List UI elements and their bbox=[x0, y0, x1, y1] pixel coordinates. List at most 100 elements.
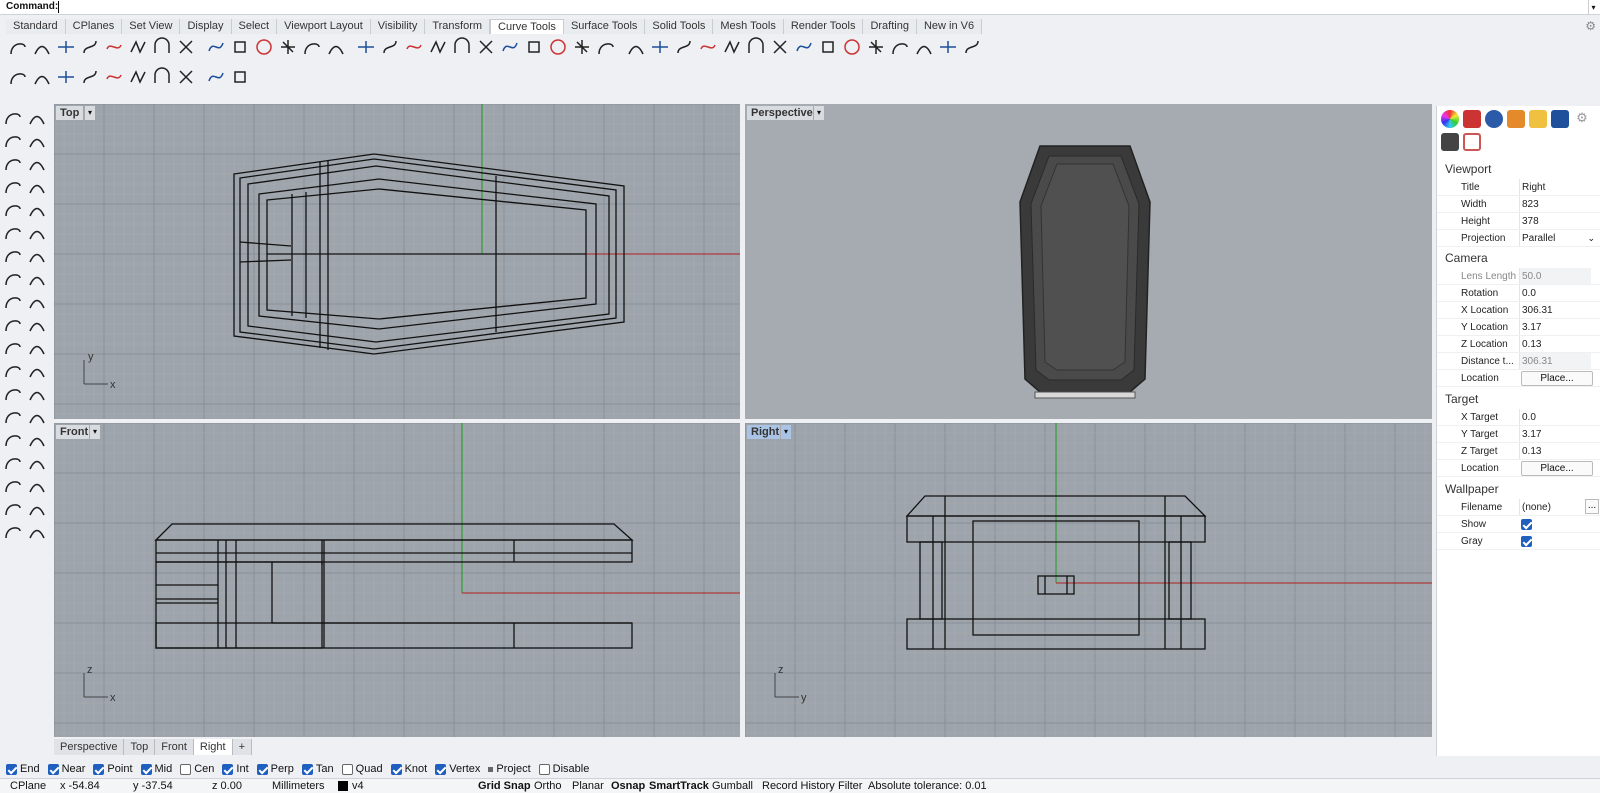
curve-tool-icon-8[interactable] bbox=[174, 35, 197, 58]
left-r12-tool-icon-1[interactable] bbox=[2, 359, 24, 381]
viewport-front-title[interactable]: Front bbox=[56, 425, 93, 439]
osnap-tan-checkbox[interactable] bbox=[301, 763, 313, 775]
left-r10-tool-icon-2[interactable] bbox=[26, 313, 48, 335]
tab-render-tools[interactable]: Render Tools bbox=[783, 19, 864, 34]
curve-tool-icon-3[interactable] bbox=[54, 35, 77, 58]
left-r12-tool-icon-2[interactable] bbox=[26, 359, 48, 381]
viewport-tab-top[interactable]: Top bbox=[124, 739, 156, 755]
chevron-down-icon[interactable]: ▾ bbox=[813, 106, 824, 120]
command-bar[interactable]: Command: ▾ bbox=[0, 0, 1600, 15]
add-viewport-icon[interactable]: + bbox=[232, 739, 253, 755]
x-target-field[interactable]: 0.0 bbox=[1519, 409, 1591, 425]
tab-standard[interactable]: Standard bbox=[6, 19, 66, 34]
osnap-cen-checkbox[interactable] bbox=[180, 763, 192, 775]
curve-tool-icon-1[interactable] bbox=[6, 35, 29, 58]
curve-tool-icon-30[interactable] bbox=[720, 35, 743, 58]
tab-curve-tools[interactable]: Curve Tools bbox=[490, 19, 564, 34]
left-r2-tool-icon-1[interactable] bbox=[2, 129, 24, 151]
osnap-disable[interactable]: Disable bbox=[538, 762, 589, 776]
left-r17-tool-icon-1[interactable] bbox=[2, 474, 24, 496]
osnap-vertex[interactable]: Vertex bbox=[435, 762, 480, 776]
osnap-end[interactable]: End bbox=[6, 762, 40, 776]
curve-tool-icon-36[interactable] bbox=[864, 35, 887, 58]
material-icon[interactable] bbox=[1463, 110, 1481, 128]
tab-new-in-v6[interactable]: New in V6 bbox=[916, 19, 983, 34]
cplane-label[interactable]: CPlane bbox=[10, 779, 46, 793]
curve-tool-icon-32[interactable] bbox=[768, 35, 791, 58]
viewport-tab-right[interactable]: Right bbox=[193, 739, 233, 755]
osnap-quad-checkbox[interactable] bbox=[341, 763, 353, 775]
grid-snap-toggle[interactable]: Grid Snap bbox=[478, 779, 531, 793]
folder-icon[interactable] bbox=[1529, 110, 1547, 128]
osnap-perp[interactable]: Perp bbox=[256, 762, 294, 776]
curve-tool-icon-20[interactable] bbox=[474, 35, 497, 58]
width-field[interactable]: 823 bbox=[1519, 196, 1591, 212]
osnap-point[interactable]: Point bbox=[93, 762, 133, 776]
chevron-down-icon[interactable]: ▾ bbox=[84, 106, 95, 120]
record-history-toggle[interactable]: Record History bbox=[762, 779, 835, 793]
left-r2-tool-icon-2[interactable] bbox=[26, 129, 48, 151]
z-location-field[interactable]: 0.13 bbox=[1519, 336, 1591, 352]
viewport-props-icon[interactable] bbox=[1463, 133, 1481, 151]
curve-tool-icon-12[interactable] bbox=[276, 35, 299, 58]
tab-drafting[interactable]: Drafting bbox=[863, 19, 917, 34]
osnap-vertex-checkbox[interactable] bbox=[435, 763, 447, 775]
osnap-quad[interactable]: Quad bbox=[341, 762, 383, 776]
filter-toggle[interactable]: Filter bbox=[838, 779, 862, 793]
viewport-tab-perspective[interactable]: Perspective bbox=[54, 739, 125, 755]
gray-checkbox[interactable] bbox=[1521, 536, 1532, 547]
display-icon[interactable] bbox=[1551, 110, 1569, 128]
curve-tool-icon-22[interactable] bbox=[522, 35, 545, 58]
left-r19-tool-icon-1[interactable] bbox=[2, 520, 24, 542]
left-r11-tool-icon-2[interactable] bbox=[26, 336, 48, 358]
osnap-near[interactable]: Near bbox=[47, 762, 85, 776]
curve-tool-icon-27[interactable] bbox=[648, 35, 671, 58]
viewport-front[interactable]: x z Front ▾ bbox=[54, 423, 740, 737]
sidebar-tool-icon-5[interactable] bbox=[102, 65, 125, 88]
sidebar-tool-icon-3[interactable] bbox=[54, 65, 77, 88]
z-target-field[interactable]: 0.13 bbox=[1519, 443, 1591, 459]
tab-display[interactable]: Display bbox=[180, 19, 232, 34]
environment-icon[interactable] bbox=[1485, 110, 1503, 128]
osnap-point-checkbox[interactable] bbox=[93, 763, 105, 775]
ortho-toggle[interactable]: Ortho bbox=[534, 779, 562, 793]
layer-color-swatch[interactable] bbox=[338, 781, 348, 791]
sidebar-tool-icon-4[interactable] bbox=[78, 65, 101, 88]
tab-viewport-layout[interactable]: Viewport Layout bbox=[277, 19, 371, 34]
left-r5-tool-icon-2[interactable] bbox=[26, 198, 48, 220]
osnap-disable-checkbox[interactable] bbox=[538, 763, 550, 775]
viewport-right-title[interactable]: Right bbox=[747, 425, 784, 439]
gear-icon[interactable]: ⚙ bbox=[1573, 110, 1591, 128]
curve-tool-icon-4[interactable] bbox=[78, 35, 101, 58]
curve-tool-icon-9[interactable] bbox=[204, 35, 227, 58]
curve-tool-icon-25[interactable] bbox=[594, 35, 617, 58]
curve-tool-icon-7[interactable] bbox=[150, 35, 173, 58]
filename-field[interactable]: (none) bbox=[1519, 499, 1591, 515]
show-checkbox[interactable] bbox=[1521, 519, 1532, 530]
curve-tool-icon-17[interactable] bbox=[402, 35, 425, 58]
left-r14-tool-icon-1[interactable] bbox=[2, 405, 24, 427]
osnap-knot[interactable]: Knot bbox=[390, 762, 427, 776]
tab-solid-tools[interactable]: Solid Tools bbox=[645, 19, 714, 34]
curve-tool-icon-6[interactable] bbox=[126, 35, 149, 58]
curve-tool-icon-26[interactable] bbox=[624, 35, 647, 58]
viewport-top-title[interactable]: Top bbox=[56, 106, 84, 120]
curve-tool-icon-39[interactable] bbox=[936, 35, 959, 58]
chevron-down-icon[interactable]: ▾ bbox=[89, 425, 100, 439]
curve-tool-icon-15[interactable] bbox=[354, 35, 377, 58]
left-r3-tool-icon-2[interactable] bbox=[26, 152, 48, 174]
color-wheel-icon[interactable] bbox=[1441, 110, 1459, 128]
planar-toggle[interactable]: Planar bbox=[572, 779, 604, 793]
left-r9-tool-icon-1[interactable] bbox=[2, 290, 24, 312]
osnap-end-checkbox[interactable] bbox=[6, 763, 17, 775]
left-r7-tool-icon-1[interactable] bbox=[2, 244, 24, 266]
left-r13-tool-icon-2[interactable] bbox=[26, 382, 48, 404]
viewport-perspective[interactable]: Perspective ▾ bbox=[745, 104, 1432, 419]
curve-tool-icon-31[interactable] bbox=[744, 35, 767, 58]
smarttrack-toggle[interactable]: SmartTrack bbox=[649, 779, 709, 793]
curve-tool-icon-23[interactable] bbox=[546, 35, 569, 58]
left-r10-tool-icon-1[interactable] bbox=[2, 313, 24, 335]
osnap-cen[interactable]: Cen bbox=[180, 762, 214, 776]
left-r14-tool-icon-2[interactable] bbox=[26, 405, 48, 427]
curve-tool-icon-29[interactable] bbox=[696, 35, 719, 58]
